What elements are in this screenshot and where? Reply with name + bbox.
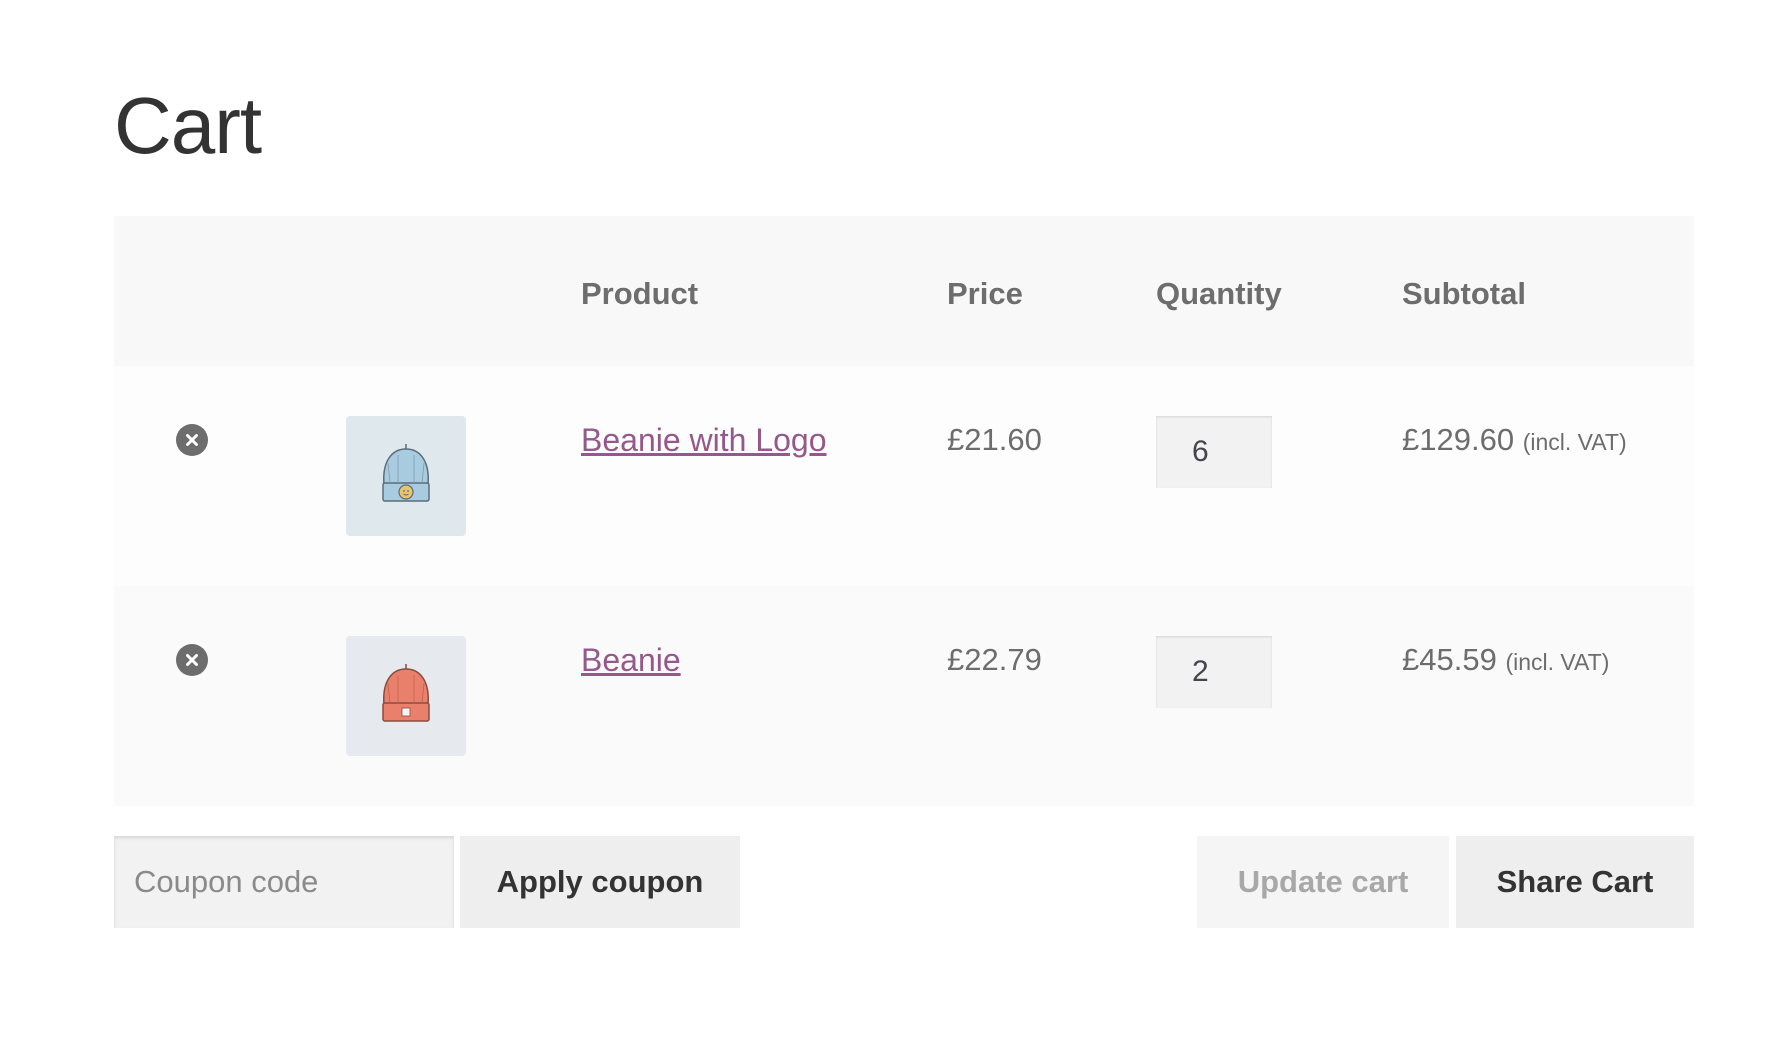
beanie-icon [382, 664, 430, 722]
product-price: £22.79 [947, 642, 1042, 677]
quantity-input[interactable] [1156, 636, 1272, 708]
table-row: Beanie with Logo £21.60 £129.60 (incl. V… [114, 366, 1694, 586]
product-subtotal: £129.60 (incl. VAT) [1402, 422, 1627, 458]
subtotal-amount: £129.60 [1402, 422, 1515, 457]
product-thumbnail[interactable] [346, 416, 466, 536]
beanie-with-logo-icon [382, 444, 430, 502]
share-cart-button[interactable]: Share Cart [1456, 836, 1694, 928]
header-price: Price [947, 276, 1023, 311]
page-title: Cart [114, 81, 262, 170]
remove-item-button[interactable] [176, 424, 208, 456]
header-quantity: Quantity [1156, 276, 1282, 311]
quantity-input[interactable] [1156, 416, 1272, 488]
tax-note: (incl. VAT) [1522, 429, 1627, 455]
apply-coupon-button[interactable]: Apply coupon [460, 836, 740, 928]
remove-item-button[interactable] [176, 644, 208, 676]
close-icon [186, 654, 198, 666]
product-link[interactable]: Beanie with Logo [581, 422, 827, 459]
table-header: Product Price Quantity Subtotal [114, 216, 1694, 366]
header-product: Product [581, 276, 699, 311]
close-icon [186, 434, 198, 446]
subtotal-amount: £45.59 [1402, 642, 1497, 677]
cart-table: Product Price Quantity Subtotal Beanie w… [114, 216, 1694, 806]
header-subtotal: Subtotal [1402, 276, 1526, 311]
product-thumbnail[interactable] [346, 636, 466, 756]
update-cart-button[interactable]: Update cart [1197, 836, 1449, 928]
coupon-code-input[interactable] [114, 836, 454, 928]
table-row: Beanie £22.79 £45.59 (incl. VAT) [114, 586, 1694, 806]
product-price: £21.60 [947, 422, 1042, 457]
tax-note: (incl. VAT) [1505, 649, 1610, 675]
cart-actions: Apply coupon Update cart Share Cart [114, 836, 1694, 928]
product-link[interactable]: Beanie [581, 642, 681, 679]
product-subtotal: £45.59 (incl. VAT) [1402, 642, 1609, 678]
